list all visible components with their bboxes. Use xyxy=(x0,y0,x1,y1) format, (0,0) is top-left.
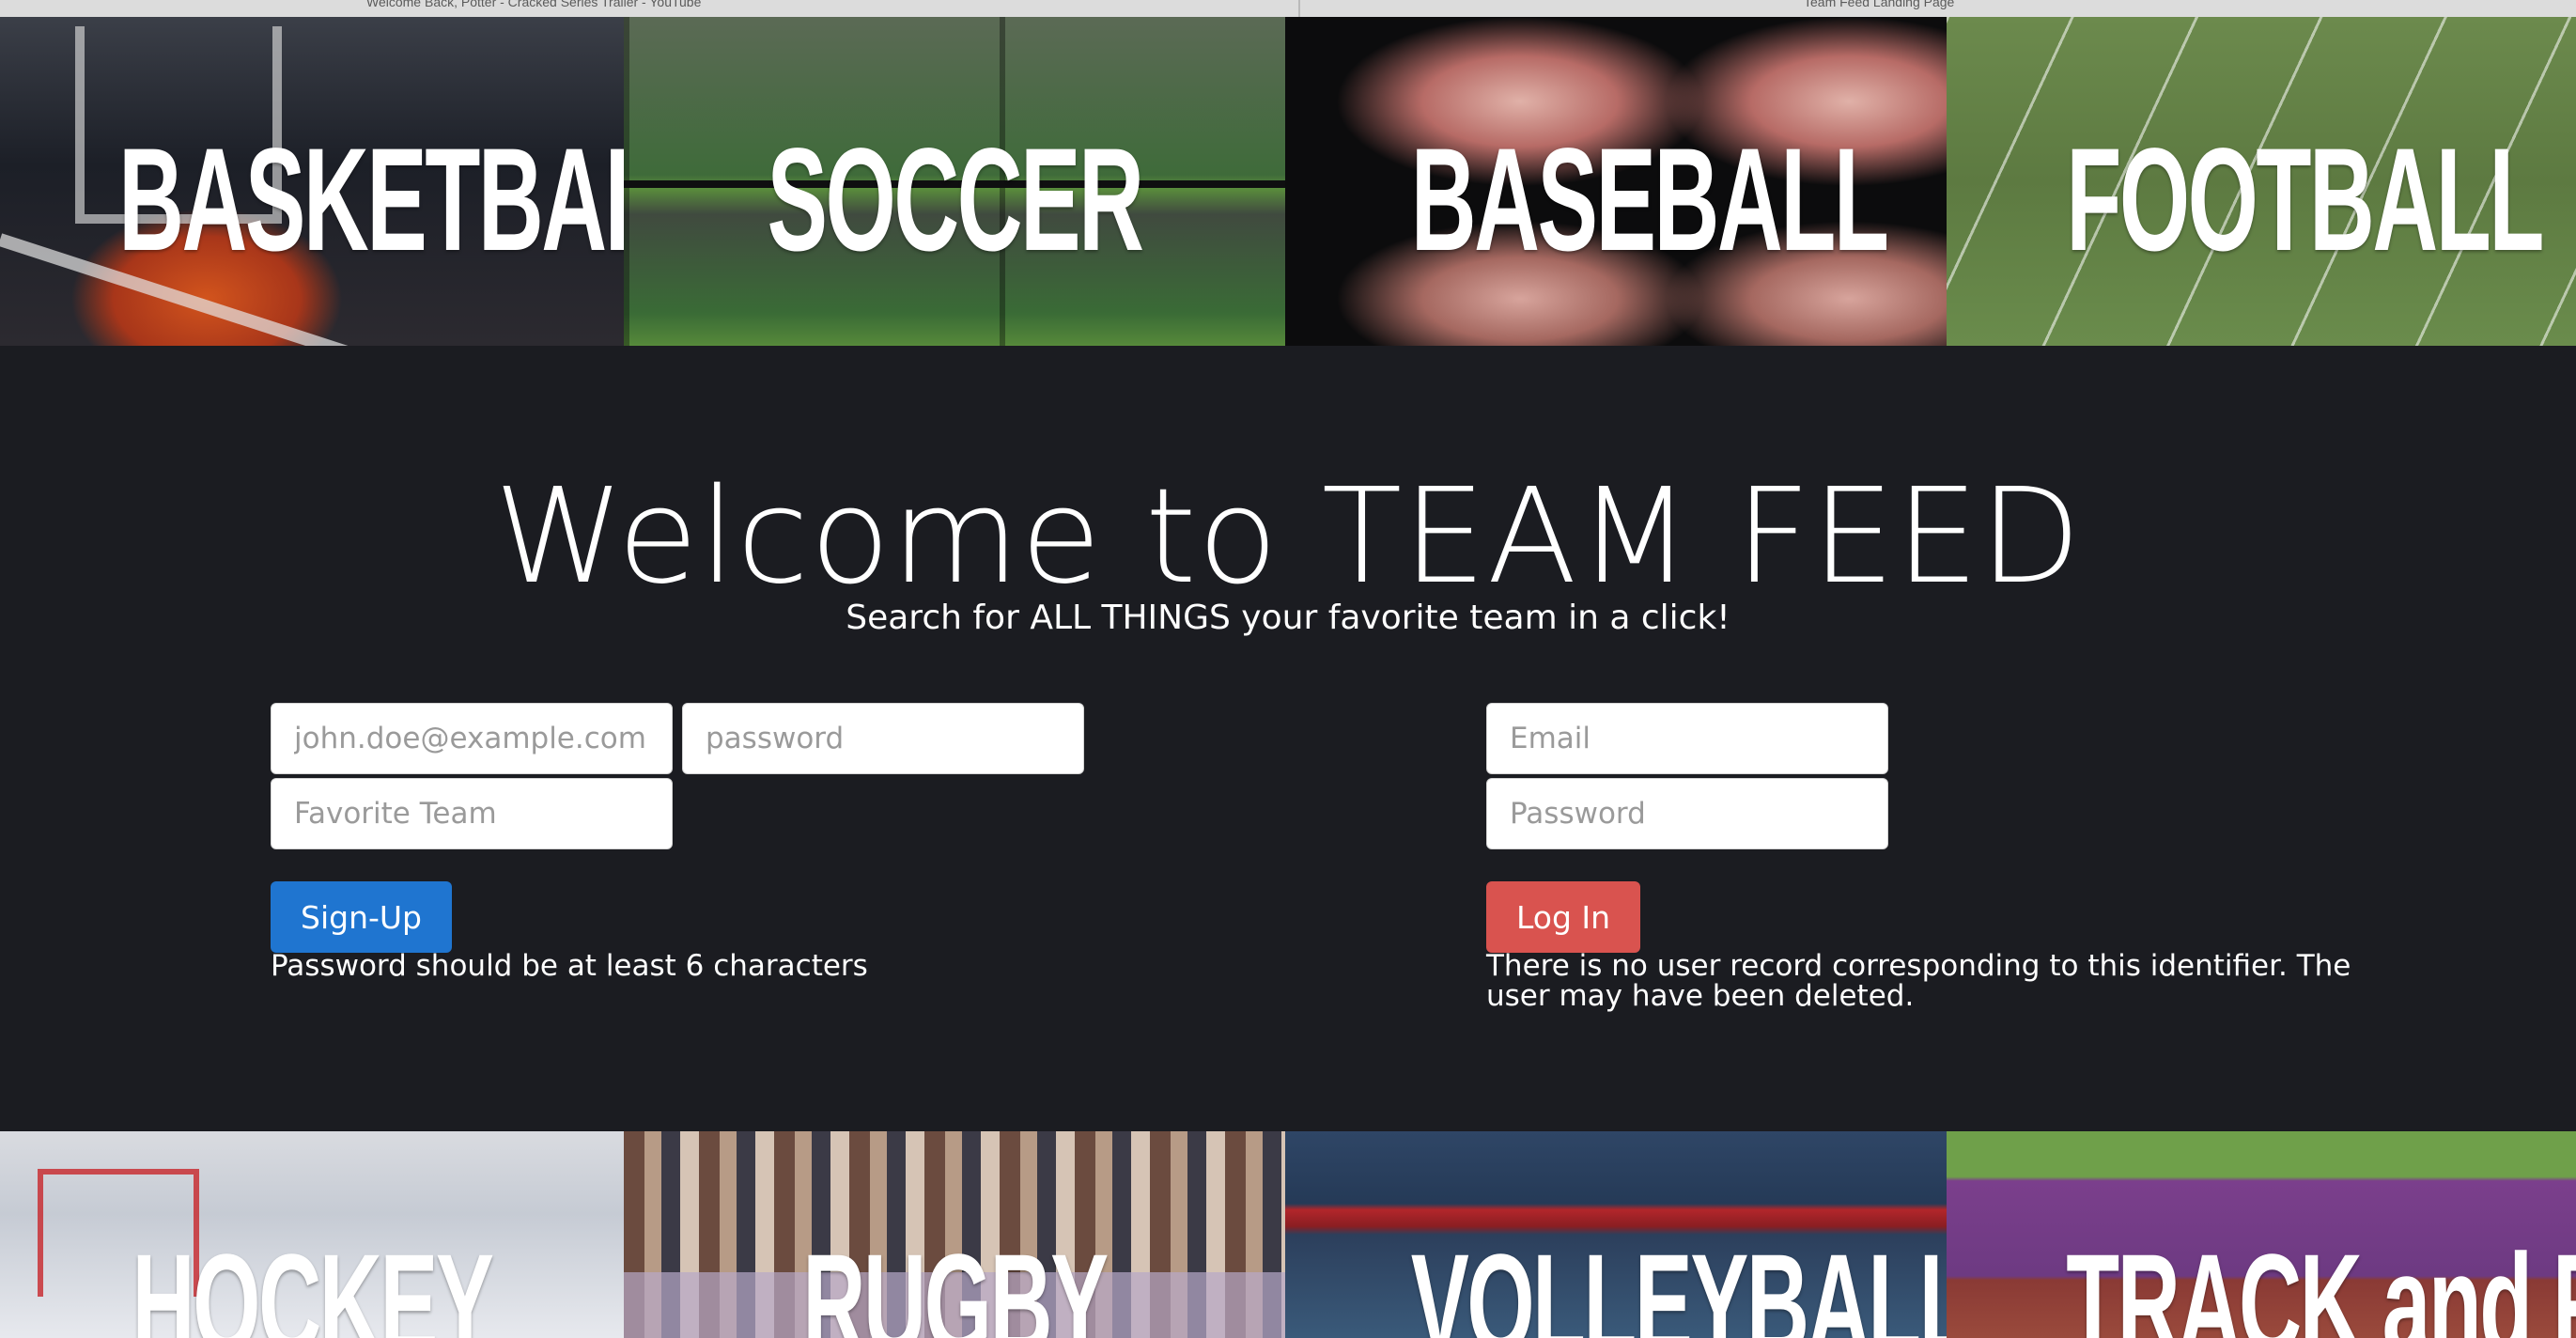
page-title: Welcome to TEAM FEED xyxy=(493,460,2083,614)
page-subtitle: Search for ALL THINGS your favorite team… xyxy=(846,599,1730,637)
tab-divider xyxy=(1298,0,1300,17)
sport-tile-volleyball[interactable]: VOLLEYBALL xyxy=(1285,1131,1947,1338)
sport-tile-label: VOLLEYBALL xyxy=(1410,1224,1947,1338)
sport-tile-label: HOCKEY xyxy=(132,1224,493,1338)
sport-tile-label: BASKETBALL xyxy=(118,118,624,282)
sport-tile-football[interactable]: FOOTBALL xyxy=(1947,17,2576,346)
sport-tile-label: BASEBALL xyxy=(1410,118,1889,282)
signup-password-input[interactable] xyxy=(682,703,1084,774)
login-email-input[interactable] xyxy=(1486,703,1888,774)
browser-title-bar: Welcome Back, Potter - Cracked Series Tr… xyxy=(0,0,2576,18)
sport-tile-basketball[interactable]: BASKETBALL xyxy=(0,17,624,346)
login-error-line: user may have been deleted. xyxy=(1486,979,1915,1013)
login-error-line: There is no user record corresponding to… xyxy=(1486,949,2351,983)
login-password-input[interactable] xyxy=(1486,778,1888,849)
sport-tile-label: SOCCER xyxy=(767,118,1144,282)
sports-banner-top: BASKETBALL SOCCER BASEBALL FOOTBALL xyxy=(0,17,2576,346)
sport-tile-rugby[interactable]: RUGBY xyxy=(624,1131,1285,1338)
browser-tab-title[interactable]: Team Feed Landing Page xyxy=(1804,0,1954,17)
sport-tile-label: FOOTBALL xyxy=(2066,118,2544,282)
sport-tile-baseball[interactable]: BASEBALL xyxy=(1285,17,1947,346)
sport-tile-label: TRACK and FIELD xyxy=(2066,1224,2576,1338)
signup-email-input[interactable] xyxy=(271,703,673,774)
favorite-team-input[interactable] xyxy=(271,778,673,849)
login-error-message: There is no user record corresponding to… xyxy=(1486,951,2351,1011)
sport-tile-soccer[interactable]: SOCCER xyxy=(624,17,1285,346)
sport-tile-track-and-field[interactable]: TRACK and FIELD xyxy=(1947,1131,2576,1338)
signup-error-message: Password should be at least 6 characters xyxy=(271,949,868,983)
sports-banner-bottom: HOCKEY RUGBY VOLLEYBALL TRACK and FIELD xyxy=(0,1131,2576,1338)
signup-button[interactable]: Sign-Up xyxy=(271,881,452,953)
browser-tab-title[interactable]: Welcome Back, Potter - Cracked Series Tr… xyxy=(366,0,701,17)
sport-tile-hockey[interactable]: HOCKEY xyxy=(0,1131,624,1338)
login-button[interactable]: Log In xyxy=(1486,881,1641,953)
welcome-section: Welcome to TEAM FEED Search for ALL THIN… xyxy=(0,346,2576,1131)
sport-tile-label: RUGBY xyxy=(802,1224,1109,1338)
